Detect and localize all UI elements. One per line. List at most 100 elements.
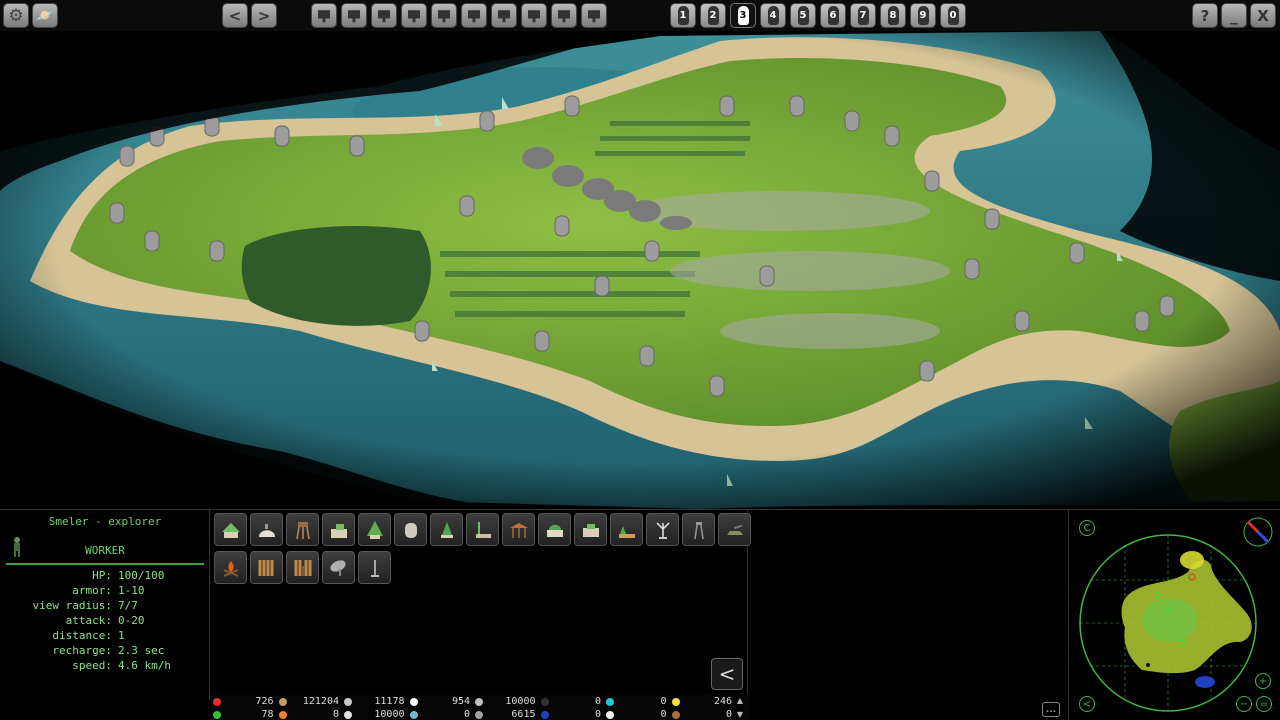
camera-slot-5[interactable] xyxy=(431,3,457,28)
camera-slot-2[interactable] xyxy=(341,3,367,28)
resource-cell: 0 xyxy=(606,708,670,720)
resource-dot-icon xyxy=(409,697,418,706)
radar-dish-icon xyxy=(329,559,346,576)
build-wood-fence-button[interactable] xyxy=(250,551,283,584)
scroll-down-icon[interactable]: ▼ xyxy=(737,710,743,719)
resource-value: 0 xyxy=(660,696,667,707)
build-antenna-button[interactable] xyxy=(646,513,679,546)
minimap[interactable]: C + < − = xyxy=(1070,510,1280,720)
build-shrine-button[interactable] xyxy=(430,513,463,546)
player-button-1[interactable]: 1 xyxy=(670,3,696,28)
nav-back-button[interactable]: < xyxy=(222,3,248,28)
camera-slot-6[interactable] xyxy=(461,3,487,28)
resource-cell: 0 xyxy=(540,708,605,720)
resource-cell: 0 xyxy=(606,695,670,708)
chat-button[interactable] xyxy=(1042,702,1060,717)
build-market-button[interactable] xyxy=(574,513,607,546)
diplomacy-button[interactable]: 🪐 xyxy=(32,3,58,28)
camera-icon xyxy=(588,10,600,23)
stone-tower-icon xyxy=(404,522,417,538)
player-button-2[interactable]: 2 xyxy=(700,3,726,28)
camera-icon xyxy=(438,10,450,23)
player-button-6[interactable]: 6 xyxy=(820,3,846,28)
camera-slot-8[interactable] xyxy=(521,3,547,28)
compass-icon[interactable] xyxy=(1242,516,1274,548)
camera-slot-4[interactable] xyxy=(401,3,427,28)
player-button-3[interactable]: 3 xyxy=(730,3,756,28)
stat-value: 4.6 km/h xyxy=(118,659,171,672)
stat-value: 1-10 xyxy=(118,584,145,597)
help-button[interactable]: ? xyxy=(1192,3,1218,28)
temple-icon xyxy=(546,524,563,537)
resource-value: 6615 xyxy=(511,709,536,720)
collapse-panel-button[interactable]: < xyxy=(711,658,743,690)
resource-cell: 10000 xyxy=(344,708,408,720)
unit-info-panel: Smeler - explorer WORKER HP: 100/100 armo… xyxy=(0,510,210,700)
resource-dot-icon xyxy=(540,710,549,719)
minimap-zoom-in-button[interactable]: + xyxy=(1255,673,1271,689)
camera-icon xyxy=(468,10,480,23)
resource-dot-icon xyxy=(606,710,614,719)
build-lamp-post-button[interactable] xyxy=(358,551,391,584)
build-hut-button[interactable] xyxy=(214,513,247,546)
build-watchtower-button[interactable] xyxy=(286,513,319,546)
minimap-zoom-reset-button[interactable]: = xyxy=(1256,696,1272,712)
unit-name: Smeler - explorer xyxy=(48,515,162,528)
resource-cell: 0 xyxy=(409,708,474,720)
dome-icon xyxy=(258,523,275,537)
minimize-button[interactable]: _ xyxy=(1221,3,1247,28)
camera-icon xyxy=(408,10,420,23)
scroll-up-icon[interactable]: ▲ xyxy=(737,696,743,705)
resource-dot-icon xyxy=(540,697,549,706)
nav-forward-button[interactable]: > xyxy=(251,3,277,28)
resource-dot-icon xyxy=(606,697,614,706)
build-farm-button[interactable] xyxy=(610,513,643,546)
resource-dot-icon xyxy=(344,697,352,706)
camera-icon xyxy=(348,10,360,23)
planet-icon: 🪐 xyxy=(36,7,54,24)
campfire-icon xyxy=(223,560,238,577)
camera-slot-3[interactable] xyxy=(371,3,397,28)
bottom-panel: Smeler - explorer WORKER HP: 100/100 armo… xyxy=(0,509,1280,720)
minimap-center-button[interactable]: C xyxy=(1079,520,1095,536)
build-cannon-button[interactable] xyxy=(718,513,751,546)
player-button-5[interactable]: 5 xyxy=(790,3,816,28)
minimap-back-button[interactable]: < xyxy=(1079,696,1095,712)
player-button-4[interactable]: 4 xyxy=(760,3,786,28)
build-barracks-button[interactable] xyxy=(322,513,355,546)
resource-cell: 0 xyxy=(671,708,736,720)
terrain-render[interactable] xyxy=(0,31,1280,509)
resource-dot-icon xyxy=(278,710,287,719)
player-button-8[interactable]: 8 xyxy=(880,3,906,28)
player-button-7[interactable]: 7 xyxy=(850,3,876,28)
player-number: 2 xyxy=(707,6,719,25)
workshop-icon xyxy=(475,521,491,538)
minimap-unit xyxy=(1146,663,1150,667)
stat-row-recharge: recharge: 2.3 sec xyxy=(0,644,210,659)
build-tree-house-button[interactable] xyxy=(358,513,391,546)
build-gate-button[interactable] xyxy=(286,551,319,584)
build-pavilion-button[interactable] xyxy=(502,513,535,546)
stat-value: 1 xyxy=(118,629,125,642)
camera-slot-9[interactable] xyxy=(551,3,577,28)
build-temple-button[interactable] xyxy=(538,513,571,546)
game-map-viewport[interactable] xyxy=(0,31,1280,509)
camera-icon xyxy=(378,10,390,23)
build-workshop-button[interactable] xyxy=(466,513,499,546)
camera-slot-1[interactable] xyxy=(311,3,337,28)
camera-slot-7[interactable] xyxy=(491,3,517,28)
build-campfire-button[interactable] xyxy=(214,551,247,584)
settings-button[interactable]: ⚙ xyxy=(3,3,29,28)
player-button-9[interactable]: 9 xyxy=(910,3,936,28)
minimap-zoom-out-button[interactable]: − xyxy=(1236,696,1252,712)
build-radar-dish-button[interactable] xyxy=(322,551,355,584)
player-button-10[interactable]: 0 xyxy=(940,3,966,28)
build-lookout-button[interactable] xyxy=(682,513,715,546)
resource-scroll[interactable]: ▲ ▼ xyxy=(733,694,747,720)
camera-slot-10[interactable] xyxy=(581,3,607,28)
build-dome-button[interactable] xyxy=(250,513,283,546)
build-stone-tower-button[interactable] xyxy=(394,513,427,546)
minimap-water xyxy=(1195,676,1215,688)
close-button[interactable]: X xyxy=(1250,3,1276,28)
resource-value: 0 xyxy=(463,709,470,720)
